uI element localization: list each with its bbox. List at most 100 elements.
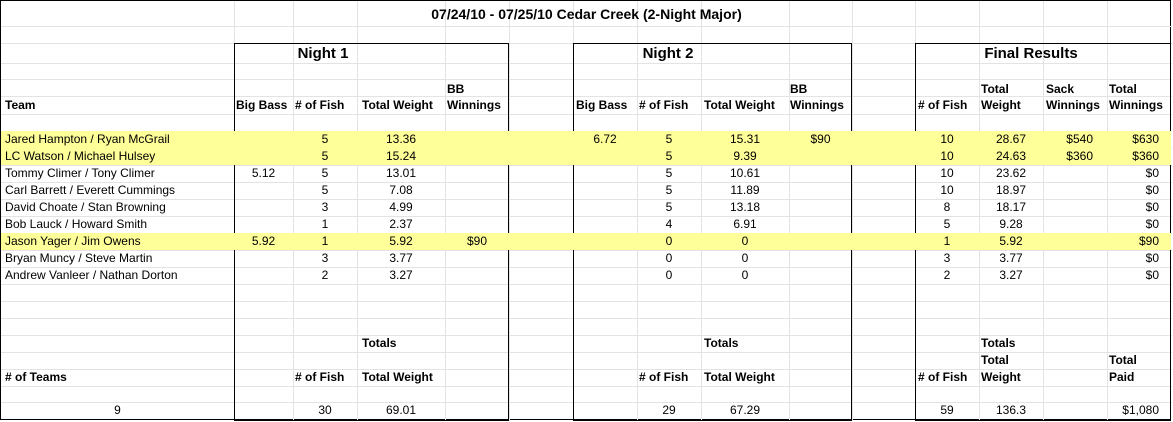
- team-name: Bryan Muncy / Steve Martin: [5, 251, 153, 265]
- grid-column-line: [852, 1, 853, 421]
- n1-weight: 13.01: [385, 166, 417, 180]
- f-weight: 28.67: [995, 132, 1027, 146]
- f-sack-winnings: $360: [1066, 149, 1093, 163]
- n1-totals-label: Totals: [362, 336, 397, 350]
- n1-fish: 5: [321, 166, 329, 180]
- n2-weight: 10.61: [729, 166, 761, 180]
- n2-bb-winnings: [789, 233, 852, 250]
- header-team: Team: [5, 98, 36, 112]
- f-total-paid-label-2: Paid: [1109, 370, 1135, 384]
- f-fish: 10: [940, 132, 954, 146]
- f-weight: 24.63: [995, 149, 1027, 163]
- n2-big-bass: [573, 233, 637, 250]
- f-total-paid-label-1: Total: [1109, 353, 1137, 367]
- n2-header-big-bass: Big Bass: [576, 98, 628, 112]
- n2-total-fish: 29: [662, 403, 676, 417]
- n2-weight: 9.39: [733, 149, 757, 163]
- n1-weight: 7.08: [389, 183, 413, 197]
- f-weight: 18.17: [995, 200, 1027, 214]
- f-sack-winnings: [1043, 182, 1093, 199]
- n1-total-weight: 69.01: [385, 403, 417, 417]
- team-name: David Choate / Stan Browning: [5, 200, 166, 214]
- n1-fish: 5: [321, 149, 329, 163]
- n2-fish: 5: [665, 132, 673, 146]
- night1-title: Night 1: [297, 45, 349, 62]
- n2-bb-winnings: [789, 148, 852, 165]
- f-total-weight-label-2: Weight: [981, 370, 1021, 384]
- f-header-sack: Sack: [1046, 82, 1075, 96]
- n2-big-bass: [573, 267, 637, 284]
- f-weight: 3.77: [999, 251, 1023, 265]
- team-name: Bob Lauck / Howard Smith: [5, 217, 148, 231]
- team-name: Jason Yager / Jim Owens: [5, 234, 141, 248]
- n1-bb-winnings: [445, 250, 509, 267]
- f-total-fish-label: # of Fish: [918, 370, 968, 384]
- f-fish: 8: [943, 200, 951, 214]
- n1-header-winnings: Winnings: [447, 98, 501, 112]
- grid-column-line: [509, 1, 510, 421]
- n2-bb-winnings: [789, 216, 852, 233]
- f-header-total: Total: [981, 82, 1009, 96]
- team-name: Andrew Vanleer / Nathan Dorton: [5, 268, 178, 282]
- n2-fish: 5: [665, 200, 673, 214]
- n2-total-weight-label: Total Weight: [704, 370, 775, 384]
- f-total-winnings: $360: [1132, 149, 1159, 163]
- team-name: Jared Hampton / Ryan McGrail: [5, 132, 170, 146]
- n1-header-weight: Total Weight: [362, 98, 433, 112]
- n2-header-weight: Total Weight: [704, 98, 775, 112]
- f-weight: 18.97: [995, 183, 1027, 197]
- f-total-winnings: $90: [1138, 234, 1159, 248]
- n1-header-fish: # of Fish: [295, 98, 345, 112]
- n2-bb-winnings: [789, 165, 852, 182]
- f-fish: 2: [943, 268, 951, 282]
- n2-total-fish-label: # of Fish: [639, 370, 689, 384]
- n2-weight: 11.89: [730, 183, 760, 197]
- num-teams-label: # of Teams: [5, 370, 67, 384]
- n2-totals-label: Totals: [704, 336, 739, 350]
- f-weight: 9.28: [999, 217, 1023, 231]
- f-total-winnings: $0: [1145, 217, 1159, 231]
- f-fish: 10: [940, 149, 954, 163]
- n1-fish: 5: [321, 132, 329, 146]
- n1-fish: 2: [321, 268, 329, 282]
- f-fish: 1: [943, 234, 951, 248]
- f-total-paid: $1,080: [1122, 403, 1159, 417]
- n2-header-fish: # of Fish: [639, 98, 689, 112]
- n1-weight: 15.24: [385, 149, 417, 163]
- f-total-winnings: $0: [1145, 268, 1159, 282]
- n1-weight: 5.92: [389, 234, 413, 248]
- f-total-weight-label-1: Total: [981, 353, 1009, 367]
- n2-bb-winnings: [789, 199, 852, 216]
- f-totals-label: Totals: [981, 336, 1016, 350]
- n1-big-bass: [234, 148, 293, 165]
- n1-weight: 2.37: [389, 217, 413, 231]
- grid-row-line: [1, 26, 1172, 27]
- team-name: Carl Barrett / Everett Cummings: [5, 183, 176, 197]
- row-highlight: [509, 233, 573, 250]
- num-teams-value: 9: [114, 403, 121, 417]
- n1-bb-winnings: [445, 131, 509, 148]
- f-header-weight: Weight: [981, 98, 1021, 112]
- n1-weight: 4.99: [389, 200, 413, 214]
- n2-bb-winnings: [789, 250, 852, 267]
- n1-weight: 3.77: [389, 251, 413, 265]
- sheet-title: 07/24/10 - 07/25/10 Cedar Creek (2-Night…: [431, 6, 742, 22]
- n2-header-winnings: Winnings: [790, 98, 844, 112]
- n1-total-fish-label: # of Fish: [295, 370, 345, 384]
- n1-bb-winnings: [445, 199, 509, 216]
- n2-weight: 6.91: [733, 217, 757, 231]
- n2-big-bass: [573, 148, 637, 165]
- row-highlight: [852, 131, 915, 148]
- f-sack-winnings: [1043, 216, 1093, 233]
- n1-big-bass: 5.12: [251, 166, 276, 180]
- n1-fish: 3: [321, 200, 329, 214]
- n2-big-bass: [573, 250, 637, 267]
- f-header-total-winnings-1: Total: [1109, 82, 1137, 96]
- f-total-winnings: $0: [1145, 251, 1159, 265]
- f-sack-winnings: [1043, 233, 1093, 250]
- n2-weight: 13.18: [729, 200, 761, 214]
- f-total-winnings: $0: [1145, 200, 1159, 214]
- f-fish: 10: [940, 166, 954, 180]
- n1-bb-winnings: [445, 165, 509, 182]
- n2-big-bass: [573, 182, 637, 199]
